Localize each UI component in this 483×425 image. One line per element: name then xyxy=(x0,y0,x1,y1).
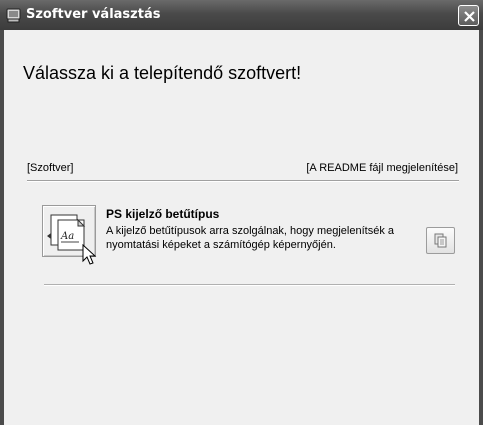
documents-icon xyxy=(434,233,447,248)
window-frame-right xyxy=(479,30,483,425)
window-title: Szoftver választás xyxy=(26,7,161,22)
software-name: PS kijelző betűtípus xyxy=(106,207,220,221)
svg-text:Aa: Aa xyxy=(60,231,74,242)
readme-column-header: [A README fájl megjelenítése] xyxy=(306,162,458,174)
software-column-header: [Szoftver] xyxy=(27,162,74,174)
close-button[interactable] xyxy=(458,5,479,26)
title-bar[interactable]: Szoftver választás xyxy=(0,0,483,30)
item-divider xyxy=(44,284,455,286)
readme-button[interactable] xyxy=(426,227,455,254)
mouse-cursor-icon xyxy=(82,244,97,265)
page-heading: Válassza ki a telepítendő szoftvert! xyxy=(23,63,302,83)
app-icon xyxy=(6,7,22,23)
close-icon xyxy=(464,11,475,22)
header-divider xyxy=(27,180,459,182)
window-frame-left xyxy=(0,30,4,425)
software-description: A kijelző betűtípusok arra szolgálnak, h… xyxy=(106,225,394,251)
dialog-window: Szoftver választás Válassza ki a telepít… xyxy=(0,0,483,425)
